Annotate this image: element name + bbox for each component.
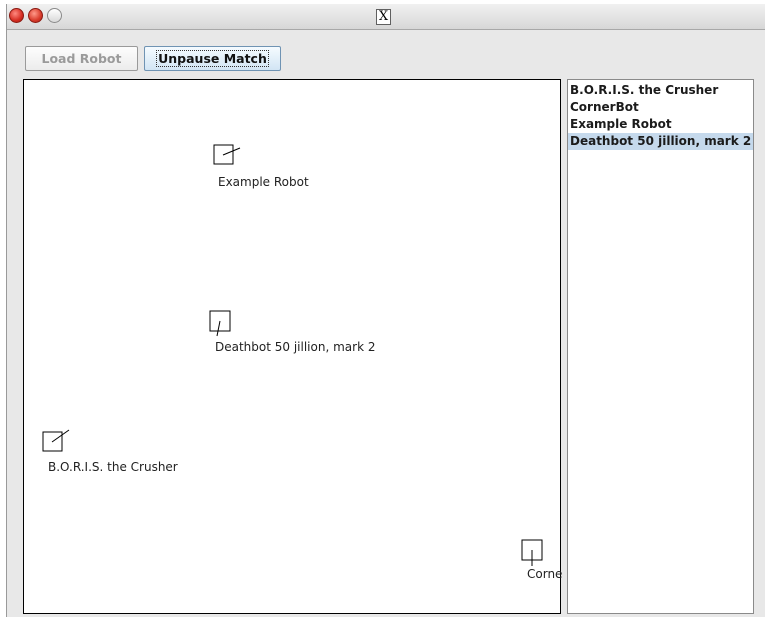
robot-label-example-robot: Example Robot [218,175,309,189]
robot-boris [42,429,70,452]
window-title-icon: X [376,9,391,25]
unpause-match-label: Unpause Match [156,50,269,67]
title-bar[interactable]: X [7,4,765,30]
robot-list-item-selected[interactable]: Deathbot 50 jillion, mark 2 [568,133,753,150]
robot-turret [216,320,221,337]
robot-list-item[interactable]: CornerBot [568,99,753,116]
zoom-window-button[interactable] [47,8,62,23]
load-robot-button[interactable]: Load Robot [25,46,138,71]
robot-deathbot [209,310,231,337]
unpause-match-button[interactable]: Unpause Match [144,46,281,71]
robot-label-deathbot: Deathbot 50 jillion, mark 2 [215,340,376,354]
app-window: X Load Robot Unpause Match Example Robot… [6,4,765,617]
load-robot-label: Load Robot [41,51,122,66]
robot-list-item[interactable]: B.O.R.I.S. the Crusher [568,82,753,99]
robot-label-cornerbot: Corne [527,567,563,581]
robot-list-item[interactable]: Example Robot [568,116,753,133]
robot-example-robot [213,144,241,165]
robot-turret [222,147,241,156]
robot-label-boris: B.O.R.I.S. the Crusher [48,460,178,474]
robot-list[interactable]: B.O.R.I.S. the Crusher CornerBot Example… [567,79,754,614]
battle-arena: Example Robot Deathbot 50 jillion, mark … [23,79,563,614]
close-window-button[interactable] [9,8,24,23]
robot-cornerbot [521,539,543,566]
minimize-window-button[interactable] [28,8,43,23]
